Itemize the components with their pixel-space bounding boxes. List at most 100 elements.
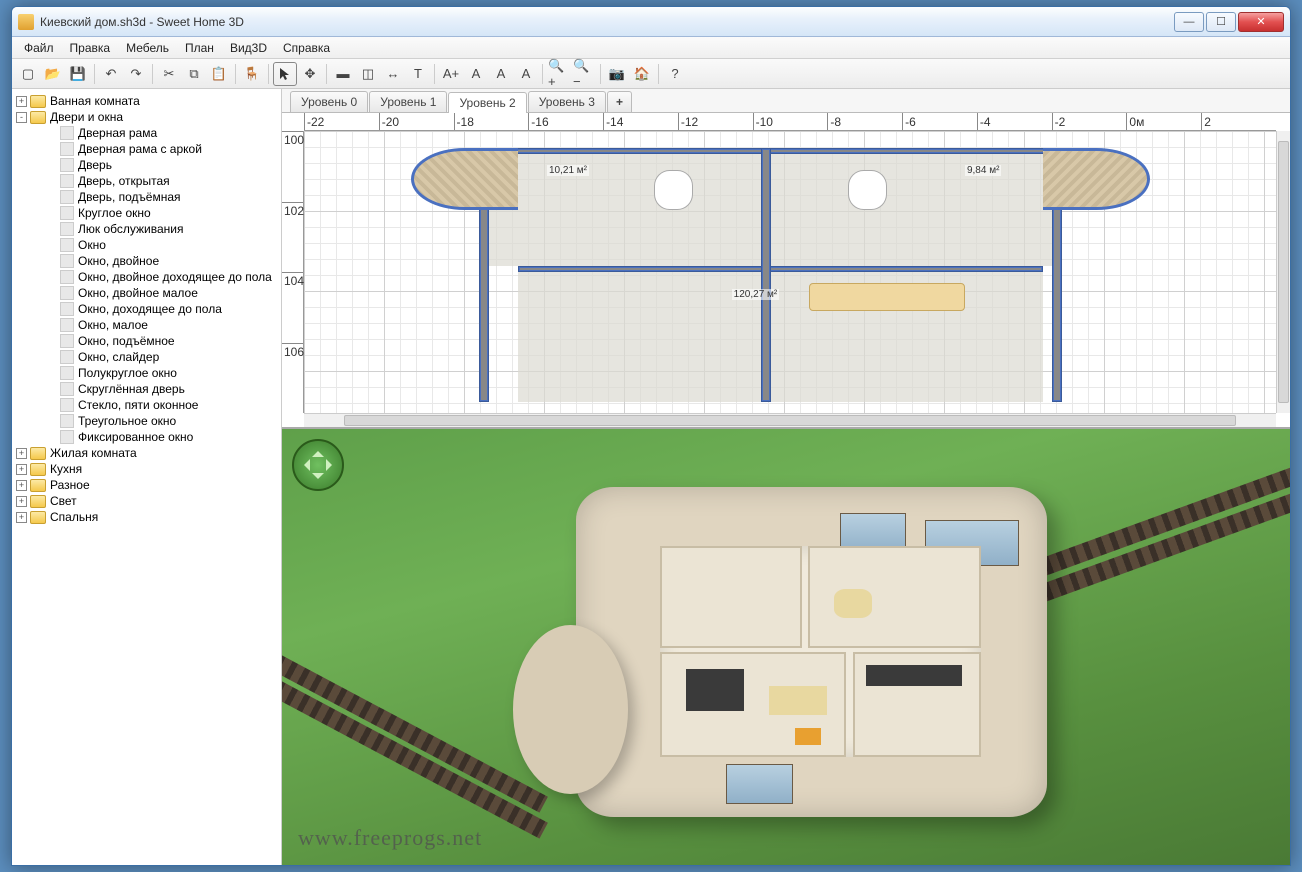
item-icon	[60, 334, 74, 348]
tree-item[interactable]: Окно, подъёмное	[14, 333, 279, 349]
pan-button[interactable]: ✥	[298, 62, 322, 86]
item-icon	[60, 398, 74, 412]
ruler-tick: -18	[454, 113, 529, 130]
add-furniture-button[interactable]: 🪑	[240, 62, 264, 86]
scrollbar-thumb[interactable]	[1278, 141, 1289, 403]
tree-item[interactable]: Окно, двойное доходящее до пола	[14, 269, 279, 285]
nav-compass[interactable]	[292, 439, 344, 491]
scrollbar-horizontal[interactable]	[304, 413, 1276, 427]
toolbar-separator	[326, 64, 327, 84]
tree-item[interactable]: Люк обслуживания	[14, 221, 279, 237]
menu-мебель[interactable]: Мебель	[118, 39, 177, 57]
redo-button[interactable]: ↷	[124, 62, 148, 86]
catalog-tree[interactable]: +Ванная комната-Двери и окнаДверная рама…	[12, 89, 282, 865]
expand-toggle-icon[interactable]: +	[16, 480, 27, 491]
new-button[interactable]: ▢	[16, 62, 40, 86]
plan-canvas[interactable]: 10,21 м² 9,84 м² 120,27 м²	[304, 131, 1276, 413]
zoom-out-button[interactable]: 🔍−	[572, 62, 596, 86]
paste-button[interactable]: 📋	[207, 62, 231, 86]
level-tab[interactable]: Уровень 2	[448, 92, 526, 113]
nav-right-icon[interactable]	[326, 459, 338, 471]
zoom-in-button[interactable]: 🔍+	[547, 62, 571, 86]
menu-справка[interactable]: Справка	[275, 39, 338, 57]
tree-folder[interactable]: +Кухня	[14, 461, 279, 477]
tree-item[interactable]: Дверь, подъёмная	[14, 189, 279, 205]
menu-план[interactable]: План	[177, 39, 222, 57]
A-bold-button[interactable]: A	[489, 62, 513, 86]
tree-folder[interactable]: +Разное	[14, 477, 279, 493]
ruler-tick: 2	[1201, 113, 1276, 130]
tree-label: Люк обслуживания	[78, 222, 183, 236]
scrollbar-vertical[interactable]	[1276, 131, 1290, 413]
nav-up-icon[interactable]	[312, 445, 324, 457]
expand-toggle-icon[interactable]: +	[16, 512, 27, 523]
maximize-button[interactable]: ☐	[1206, 12, 1236, 32]
camera-button[interactable]: 📷	[605, 62, 629, 86]
item-icon	[60, 382, 74, 396]
tree-item[interactable]: Окно	[14, 237, 279, 253]
tree-item[interactable]: Дверная рама с аркой	[14, 141, 279, 157]
tree-label: Окно	[78, 238, 106, 252]
tree-item[interactable]: Фиксированное окно	[14, 429, 279, 445]
plan-view[interactable]: -22-20-18-16-14-12-10-8-6-4-20м2 1001021…	[282, 113, 1290, 427]
menu-правка[interactable]: Правка	[62, 39, 119, 57]
tree-item[interactable]: Окно, двойное малое	[14, 285, 279, 301]
view3d-pane[interactable]: www.freeprogs.net	[282, 429, 1290, 865]
tree-item[interactable]: Дверь, открытая	[14, 173, 279, 189]
ruler-tick: -4	[977, 113, 1052, 130]
A-plus-button[interactable]: A+	[439, 62, 463, 86]
tree-label: Двери и окна	[50, 110, 123, 124]
tree-item[interactable]: Дверь	[14, 157, 279, 173]
home-photo-button[interactable]: 🏠	[630, 62, 654, 86]
tree-item[interactable]: Полукруглое окно	[14, 365, 279, 381]
expand-toggle-icon[interactable]: +	[16, 464, 27, 475]
menu-вид3d[interactable]: Вид3D	[222, 39, 275, 57]
room-button[interactable]: ◫	[356, 62, 380, 86]
tree-label: Окно, двойное	[78, 254, 159, 268]
tree-item[interactable]: Окно, слайдер	[14, 349, 279, 365]
tree-folder[interactable]: +Спальня	[14, 509, 279, 525]
tree-folder[interactable]: +Ванная комната	[14, 93, 279, 109]
tree-label: Дверь, подъёмная	[78, 190, 181, 204]
tree-item[interactable]: Круглое окно	[14, 205, 279, 221]
dimension-button[interactable]: ↔	[381, 62, 405, 86]
tree-folder[interactable]: +Жилая комната	[14, 445, 279, 461]
tree-item[interactable]: Дверная рама	[14, 125, 279, 141]
wall-button[interactable]: ▬	[331, 62, 355, 86]
tree-label: Окно, доходящее до пола	[78, 302, 222, 316]
tree-item[interactable]: Окно, двойное	[14, 253, 279, 269]
expand-toggle-icon[interactable]: +	[16, 448, 27, 459]
tree-item[interactable]: Окно, доходящее до пола	[14, 301, 279, 317]
tree-item[interactable]: Стекло, пяти оконное	[14, 397, 279, 413]
copy-button[interactable]: ⧉	[182, 62, 206, 86]
scrollbar-thumb[interactable]	[344, 415, 1236, 426]
tree-item[interactable]: Окно, малое	[14, 317, 279, 333]
tree-item[interactable]: Треугольное окно	[14, 413, 279, 429]
level-tab[interactable]: Уровень 0	[290, 91, 368, 112]
level-tab[interactable]: Уровень 3	[528, 91, 606, 112]
cut-button[interactable]: ✂	[157, 62, 181, 86]
expand-toggle-icon[interactable]: -	[16, 112, 27, 123]
expand-toggle-icon[interactable]: +	[16, 496, 27, 507]
tree-item[interactable]: Скруглённая дверь	[14, 381, 279, 397]
select-button[interactable]	[273, 62, 297, 86]
text-button[interactable]: T	[406, 62, 430, 86]
A-color-button[interactable]: A	[464, 62, 488, 86]
help-button[interactable]: ?	[663, 62, 687, 86]
menu-файл[interactable]: Файл	[16, 39, 62, 57]
nav-down-icon[interactable]	[312, 473, 324, 485]
level-tab[interactable]: Уровень 1	[369, 91, 447, 112]
minimize-button[interactable]: —	[1174, 12, 1204, 32]
open-button[interactable]: 📂	[41, 62, 65, 86]
interior	[660, 546, 981, 757]
item-icon	[60, 222, 74, 236]
tree-folder[interactable]: +Свет	[14, 493, 279, 509]
close-button[interactable]: ✕	[1238, 12, 1284, 32]
add-level-button[interactable]: +	[607, 91, 632, 112]
nav-left-icon[interactable]	[298, 459, 310, 471]
expand-toggle-icon[interactable]: +	[16, 96, 27, 107]
tree-folder[interactable]: - Двери и окна	[14, 109, 279, 125]
undo-button[interactable]: ↶	[99, 62, 123, 86]
A-italic-button[interactable]: A	[514, 62, 538, 86]
save-button[interactable]: 💾	[66, 62, 90, 86]
